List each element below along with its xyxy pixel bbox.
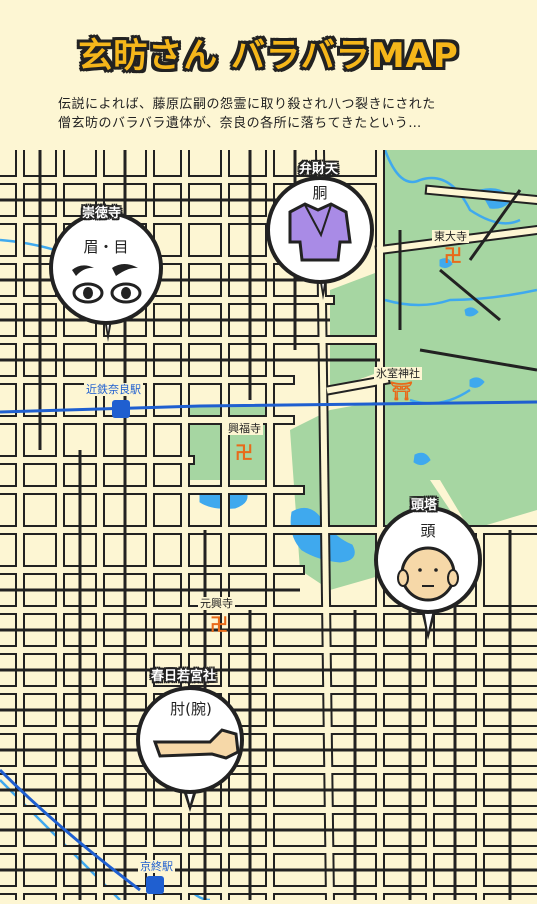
zuto-pin-title[interactable]: 頭塔 <box>411 494 437 513</box>
header: 玄昉さん バラバラMAP 伝説によれば、藤原広嗣の怨霊に取り殺され八つ裂きにされ… <box>0 0 537 150</box>
kofukuji-label[interactable]: 興福寺 <box>226 422 263 435</box>
kintetsu-nara-station-label[interactable]: 近鉄奈良駅 <box>84 383 143 396</box>
zuto-pin-part: 頭 <box>420 522 436 540</box>
kofukuji-temple-icon: 卍 <box>235 443 253 464</box>
todaiji-temple-icon: 卍 <box>444 246 462 267</box>
himuro-shrine-icon: ⛩ <box>390 381 413 402</box>
kyobate-station-label[interactable]: 京終駅 <box>138 860 175 873</box>
map-title: 玄昉さん バラバラMAP <box>78 36 459 76</box>
map-area[interactable]: 卍 ⛩ 卍 卍 東大寺 氷室神社 興福寺 元興寺 近鉄奈良駅 京終駅 崇徳寺 眉… <box>0 144 537 904</box>
todaiji-label[interactable]: 東大寺 <box>432 230 469 243</box>
sutokuji-pin-part: 眉・目 <box>83 238 129 256</box>
benzaiten-pin-part: 胴 <box>312 184 328 202</box>
kasuga-pin-part: 肘(腕) <box>170 700 212 718</box>
kyobate-station-marker <box>146 876 164 894</box>
kasuga-pin-title[interactable]: 春日若宮社 <box>151 665 216 684</box>
gangoji-label[interactable]: 元興寺 <box>198 597 235 610</box>
himuro-label[interactable]: 氷室神社 <box>374 367 422 380</box>
intro-line-1: 伝説によれば、藤原広嗣の怨霊に取り殺され八つ裂きにされた <box>58 97 436 112</box>
gangoji-temple-icon: 卍 <box>210 615 228 636</box>
kintetsu-station-marker <box>112 400 130 418</box>
benzaiten-pin-title[interactable]: 弁財天 <box>299 158 338 177</box>
intro-line-2: 僧玄昉のバラバラ遺体が、奈良の各所に落ちてきたという… <box>58 116 422 131</box>
sutokuji-pin-title[interactable]: 崇徳寺 <box>82 202 121 221</box>
